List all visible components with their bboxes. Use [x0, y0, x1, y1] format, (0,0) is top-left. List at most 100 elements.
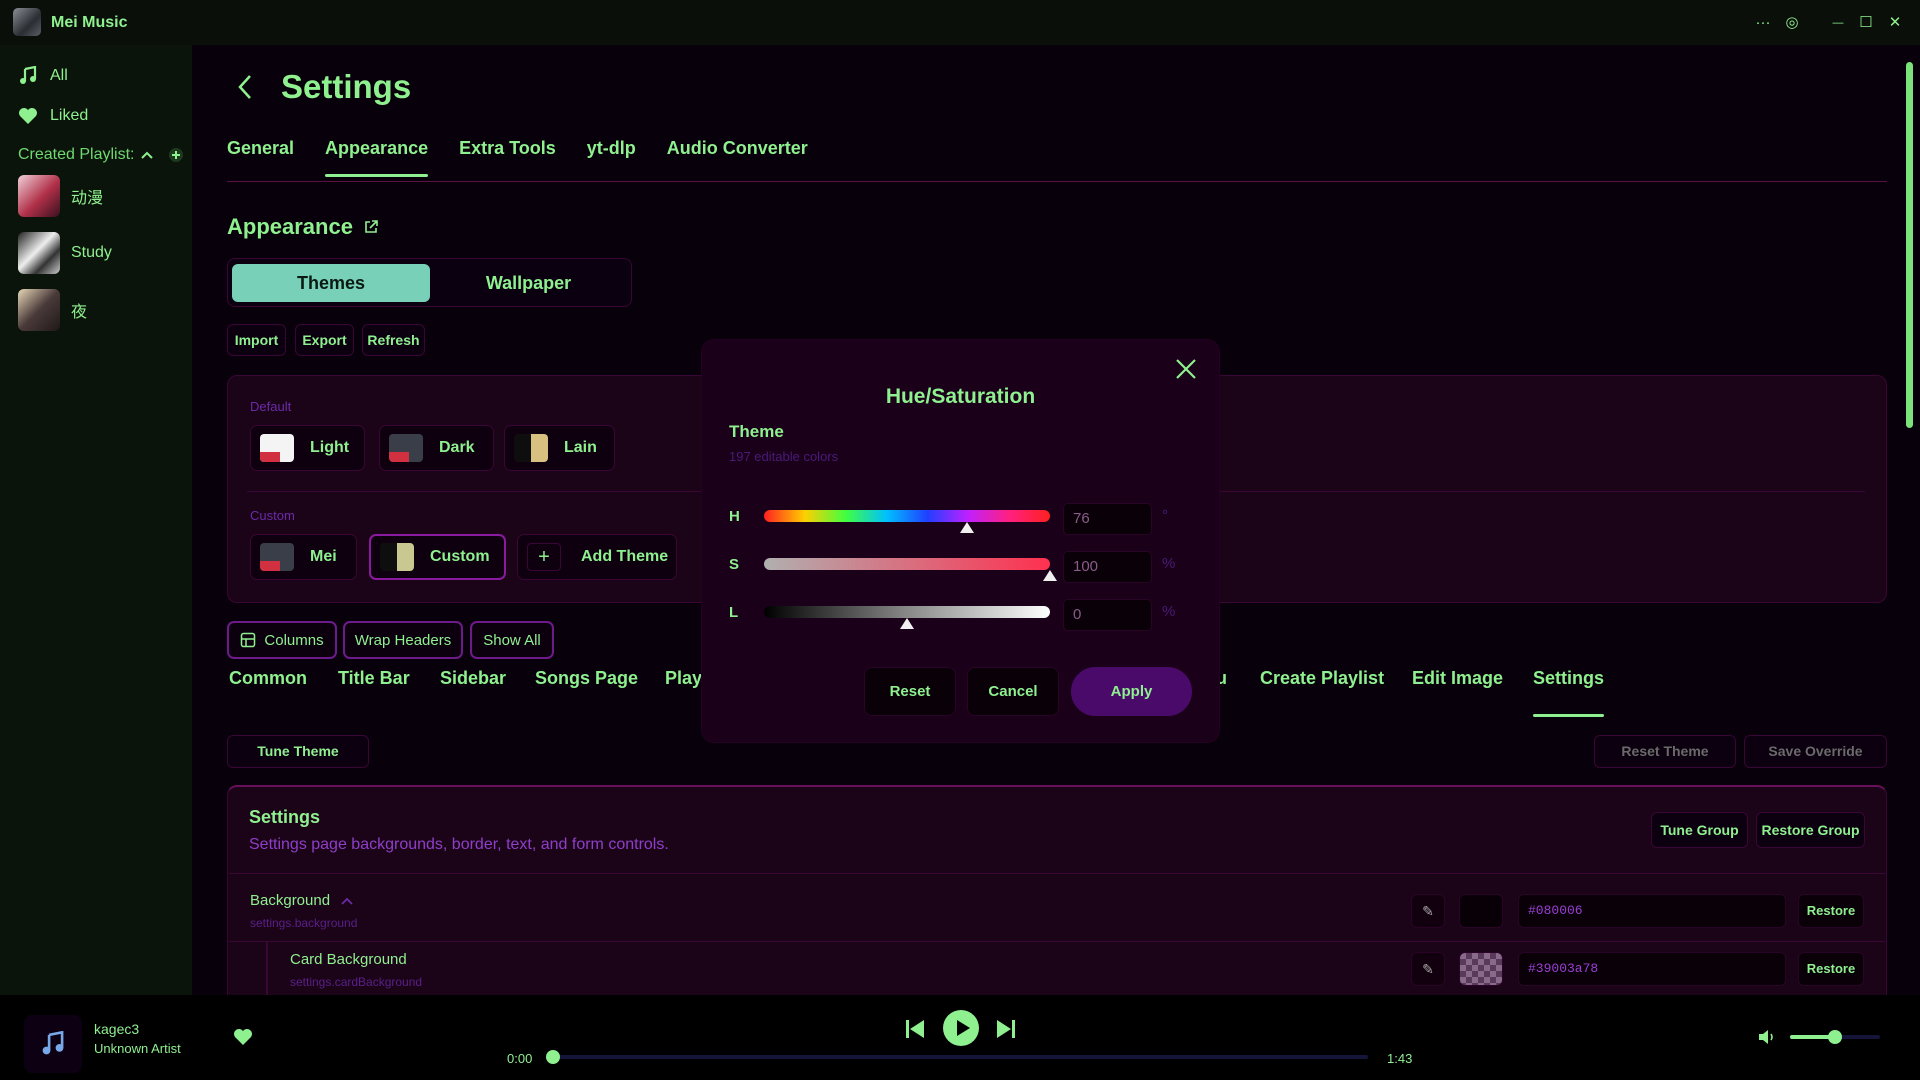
lightness-unit: %	[1162, 603, 1176, 620]
subtab-title-bar[interactable]: Title Bar	[338, 668, 410, 708]
appearance-heading: Appearance	[227, 214, 379, 240]
restore-group-button[interactable]: Restore Group	[1756, 812, 1865, 848]
hex-input[interactable]: #080006	[1518, 894, 1786, 928]
card-background-row-label[interactable]: Card Background	[290, 951, 407, 968]
track-title[interactable]: kagec3	[94, 1021, 139, 1037]
eyedropper-icon[interactable]: ✎	[1411, 894, 1445, 928]
sidebar-item-liked[interactable]: Liked	[18, 107, 88, 125]
previous-track-icon[interactable]	[904, 1018, 926, 1040]
segment-wallpaper[interactable]: Wallpaper	[430, 264, 627, 302]
cancel-button[interactable]: Cancel	[967, 667, 1059, 716]
subtab-sidebar[interactable]: Sidebar	[440, 668, 506, 708]
close-icon[interactable]: ✕	[1884, 12, 1906, 34]
settings-tabs: General Appearance Extra Tools yt-dlp Au…	[227, 138, 808, 182]
settings-group-title: Settings	[249, 807, 321, 827]
subtab-settings[interactable]: Settings	[1533, 668, 1605, 717]
subtab-common[interactable]: Common	[229, 668, 307, 708]
chevron-up-icon[interactable]	[139, 149, 155, 161]
hex-input[interactable]: #39003a78	[1518, 952, 1786, 986]
next-track-icon[interactable]	[995, 1018, 1017, 1040]
sidebar-playlist-item[interactable]: Study	[18, 232, 112, 274]
saturation-slider[interactable]	[764, 558, 1057, 581]
tune-theme-button[interactable]: Tune Theme	[227, 735, 369, 768]
seek-knob[interactable]	[546, 1050, 560, 1064]
show-all-button[interactable]: Show All	[470, 621, 554, 659]
album-cover[interactable]	[24, 1015, 82, 1073]
dialog-theme-label: Theme	[729, 422, 784, 441]
hue-input[interactable]: 76	[1063, 503, 1152, 535]
hue-thumb[interactable]	[960, 522, 974, 533]
color-swatch[interactable]	[1459, 894, 1503, 928]
more-icon[interactable]: ···	[1752, 12, 1774, 34]
volume-knob[interactable]	[1828, 1030, 1842, 1044]
export-button[interactable]: Export	[295, 324, 354, 356]
custom-group-label: Custom	[250, 508, 295, 523]
color-swatch[interactable]	[1459, 952, 1503, 986]
back-arrow-icon[interactable]	[234, 72, 258, 102]
chevron-up-icon[interactable]	[340, 896, 354, 906]
columns-button[interactable]: Columns	[227, 621, 337, 659]
track-artist[interactable]: Unknown Artist	[94, 1041, 181, 1056]
maximize-icon[interactable]: ☐	[1855, 12, 1877, 34]
music-note-icon	[42, 1031, 64, 1055]
tab-general[interactable]: General	[227, 138, 294, 178]
add-playlist-icon[interactable]	[168, 147, 184, 163]
theme-name: Light	[310, 439, 350, 456]
tab-yt-dlp[interactable]: yt-dlp	[587, 138, 636, 178]
sidebar-playlist-item[interactable]: 夜	[18, 289, 87, 331]
theme-chip-light[interactable]: Light	[250, 425, 365, 471]
apply-button[interactable]: Apply	[1071, 667, 1192, 716]
created-playlists-label: Created Playlist:	[18, 146, 135, 163]
volume-slider[interactable]	[1790, 1030, 1880, 1044]
segment-themes[interactable]: Themes	[232, 264, 430, 302]
heart-icon[interactable]	[233, 1028, 253, 1046]
tune-group-button[interactable]: Tune Group	[1651, 812, 1748, 848]
target-icon[interactable]: ◎	[1781, 12, 1803, 34]
volume-icon[interactable]	[1757, 1028, 1777, 1046]
lightness-thumb[interactable]	[900, 618, 914, 629]
lightness-slider[interactable]	[764, 606, 1050, 629]
theme-chip-dark[interactable]: Dark	[379, 425, 494, 471]
saturation-unit: %	[1162, 555, 1176, 572]
tab-audio-converter[interactable]: Audio Converter	[667, 138, 808, 178]
row-title: Background	[250, 892, 331, 909]
sidebar-playlist-item[interactable]: 动漫	[18, 175, 103, 217]
title-bar: Mei Music ··· ◎ — ☐ ✕	[0, 0, 1920, 45]
appearance-title: Appearance	[227, 214, 353, 239]
minimize-icon[interactable]: —	[1827, 12, 1849, 34]
created-playlists-header[interactable]: Created Playlist:	[18, 146, 184, 164]
refresh-button[interactable]: Refresh	[362, 324, 425, 356]
wrap-headers-button[interactable]: Wrap Headers	[343, 621, 463, 659]
tab-extra-tools[interactable]: Extra Tools	[459, 138, 556, 178]
subtab-playlist[interactable]: Playl	[665, 668, 707, 708]
add-theme-button[interactable]: + Add Theme	[517, 534, 677, 580]
theme-chip-mei[interactable]: Mei	[250, 534, 357, 580]
play-icon[interactable]	[943, 1010, 979, 1046]
subtab-songs-page[interactable]: Songs Page	[535, 668, 638, 708]
scrollbar-thumb[interactable]	[1906, 62, 1913, 428]
saturation-input[interactable]: 100	[1063, 551, 1152, 583]
theme-chip-lain[interactable]: Lain	[504, 425, 615, 471]
hue-slider[interactable]	[764, 510, 1050, 533]
save-override-button[interactable]: Save Override	[1744, 735, 1887, 768]
default-group-label: Default	[250, 399, 292, 414]
tab-appearance[interactable]: Appearance	[325, 138, 429, 178]
lightness-label: L	[729, 604, 739, 621]
sidebar-item-all[interactable]: All	[18, 66, 68, 86]
reset-button[interactable]: Reset	[864, 667, 956, 716]
import-button[interactable]: Import	[227, 324, 286, 356]
playlist-name: 夜	[71, 304, 88, 321]
restore-button[interactable]: Restore	[1798, 952, 1864, 986]
subtab-create-playlist[interactable]: Create Playlist	[1260, 668, 1384, 708]
saturation-thumb[interactable]	[1043, 570, 1057, 581]
restore-button[interactable]: Restore	[1798, 894, 1864, 928]
reset-theme-button[interactable]: Reset Theme	[1594, 735, 1736, 768]
seek-bar[interactable]	[546, 1050, 1368, 1064]
external-link-icon[interactable]	[363, 219, 379, 235]
subtab-edit-image[interactable]: Edit Image	[1412, 668, 1503, 708]
background-row-label[interactable]: Background	[250, 892, 354, 909]
lightness-input[interactable]: 0	[1063, 599, 1152, 631]
eyedropper-icon[interactable]: ✎	[1411, 952, 1445, 986]
close-icon[interactable]	[1174, 357, 1198, 381]
theme-chip-custom[interactable]: Custom	[369, 534, 506, 580]
